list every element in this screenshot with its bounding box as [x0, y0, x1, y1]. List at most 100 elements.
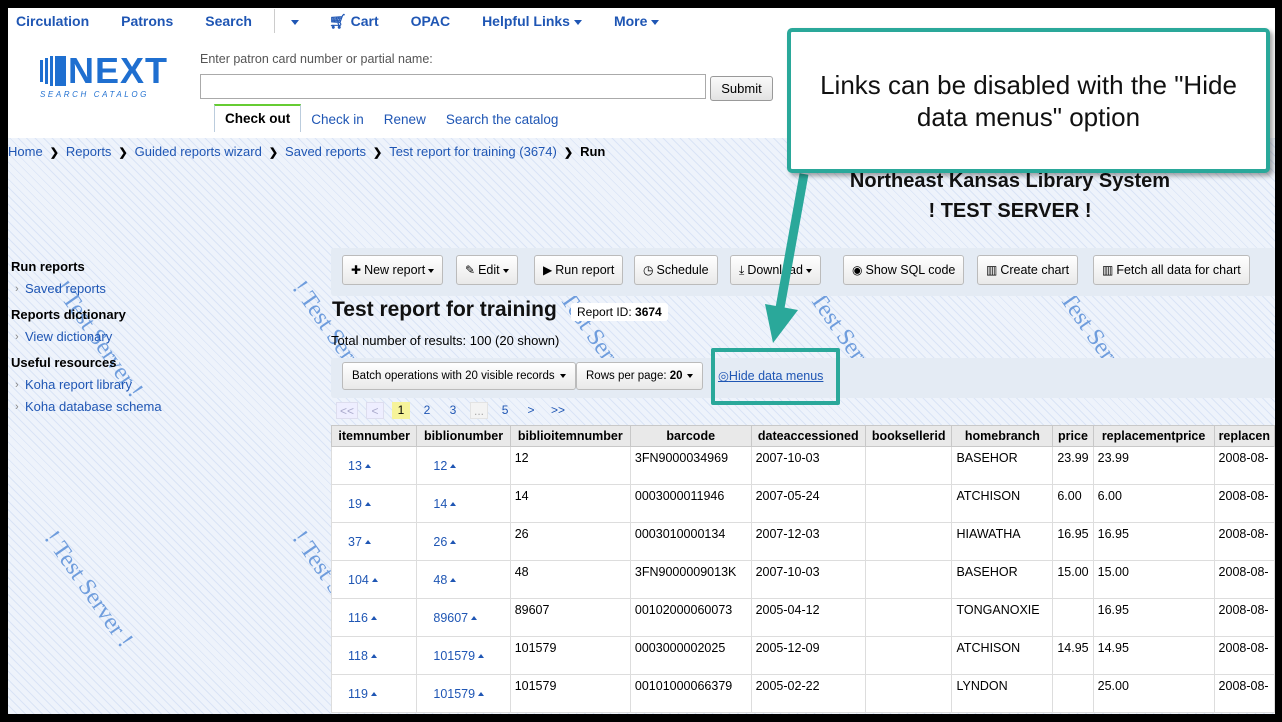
table-cell: 101579: [509, 636, 631, 675]
table-row: 13 12 12 3FN9000034969 2007-10-03 BASEHOR 23.9…: [330, 446, 1275, 485]
caret-up-icon: [364, 464, 371, 469]
edit-button[interactable]: ✎ Edit: [456, 255, 518, 285]
sidebar-link-view-dictionary[interactable]: View dictionary: [11, 326, 311, 348]
biblionumber-link[interactable]: 14: [416, 484, 511, 523]
nav-more[interactable]: More: [602, 13, 671, 29]
caret-up-icon: [450, 540, 457, 545]
chevron-right-icon: ❯: [563, 147, 574, 159]
table-cell: 0003000011946: [629, 484, 752, 523]
page-title: Test report for training: [332, 298, 557, 321]
table-cell: [864, 484, 953, 523]
biblionumber-link[interactable]: 26: [416, 522, 511, 561]
annotation-highlight-box: [711, 348, 840, 405]
download-button[interactable]: ⤓ Download: [730, 255, 821, 285]
caret-up-icon: [370, 616, 377, 621]
biblionumber-link[interactable]: 101579: [416, 636, 511, 675]
cell-value: 89607: [433, 610, 469, 625]
table-cell: HIAWATHA: [951, 522, 1054, 561]
bar-chart-icon: ▥: [986, 263, 998, 277]
page-prev[interactable]: <: [366, 402, 385, 419]
table-cell: 00102000060073: [629, 598, 752, 637]
itemnumber-link[interactable]: 19: [330, 484, 418, 523]
tab-check-in[interactable]: Check in: [301, 108, 374, 132]
chevron-down-icon: [559, 373, 566, 378]
tab-renew[interactable]: Renew: [374, 108, 436, 132]
itemnumber-link[interactable]: 37: [330, 522, 418, 561]
itemnumber-link[interactable]: 118: [330, 636, 418, 675]
table-row: 104 48 48 3FN9000009013K 2007-10-03 BASEHOR 15…: [330, 560, 1275, 599]
caret-up-icon: [450, 578, 457, 583]
sidebar-link-koha-database-schema[interactable]: Koha database schema: [11, 396, 311, 418]
new-report-button[interactable]: ✚ New report: [342, 255, 444, 285]
circulation-tabs: Check out Check in Renew Search the cata…: [214, 104, 568, 132]
table-cell: 101579: [509, 674, 631, 713]
tab-check-out[interactable]: Check out: [214, 104, 302, 132]
table-row: 19 14 14 0003000011946 2007-05-24 ATCHISON 6.0…: [330, 484, 1275, 523]
table-cell: BASEHOR: [951, 560, 1054, 599]
fetch-chart-data-button[interactable]: ▥ Fetch all data for chart: [1093, 255, 1250, 285]
caret-up-icon: [370, 692, 377, 697]
nav-search[interactable]: Search: [193, 13, 264, 29]
results-table: itemnumber biblionumber biblioitemnumber…: [330, 425, 1275, 713]
biblionumber-link[interactable]: 48: [416, 560, 511, 599]
itemnumber-link[interactable]: 116: [330, 598, 418, 637]
table-cell: 3FN9000009013K: [629, 560, 752, 599]
nav-circulation[interactable]: Circulation: [8, 13, 101, 29]
next-search-catalog-logo[interactable]: NEXT SEARCH CATALOG: [40, 50, 180, 102]
nav-helpful-links[interactable]: Helpful Links: [470, 13, 594, 29]
table-cell: BASEHOR: [951, 446, 1054, 485]
cell-value: 13: [348, 458, 362, 473]
caret-up-icon: [478, 692, 485, 697]
column-header[interactable]: booksellerid: [864, 425, 953, 447]
patron-search-input[interactable]: [200, 74, 706, 99]
column-header[interactable]: biblioitemnumber: [509, 425, 631, 447]
breadcrumb-report[interactable]: Test report for training (3674): [389, 144, 557, 159]
biblionumber-link[interactable]: 12: [416, 446, 511, 485]
nav-opac[interactable]: OPAC: [399, 13, 462, 29]
nav-divider: [273, 9, 275, 33]
cell-value: 119: [348, 686, 368, 701]
breadcrumb-home[interactable]: Home: [8, 144, 43, 159]
show-sql-button[interactable]: ◉ Show SQL code: [843, 255, 965, 285]
page-1[interactable]: 1: [392, 402, 411, 419]
nav-patrons[interactable]: Patrons: [109, 13, 185, 29]
run-report-label: Run report: [555, 263, 615, 277]
itemnumber-link[interactable]: 119: [330, 674, 418, 713]
create-chart-button[interactable]: ▥ Create chart: [977, 255, 1079, 285]
tab-search-catalog[interactable]: Search the catalog: [436, 108, 569, 132]
column-header[interactable]: itemnumber: [330, 425, 418, 447]
page-2[interactable]: 2: [418, 402, 436, 419]
report-id-label: Report ID:: [577, 305, 632, 319]
column-header[interactable]: biblionumber: [416, 425, 511, 447]
batch-operations-button[interactable]: Batch operations with 20 visible records: [342, 362, 576, 390]
column-header[interactable]: homebranch: [951, 425, 1054, 447]
sidebar-link-saved-reports[interactable]: Saved reports: [11, 278, 311, 300]
biblionumber-link[interactable]: 89607: [416, 598, 511, 637]
table-cell: 16.95: [1052, 522, 1094, 561]
column-header[interactable]: replacen: [1213, 425, 1275, 447]
biblionumber-link[interactable]: 101579: [416, 674, 511, 713]
column-header[interactable]: barcode: [629, 425, 752, 447]
itemnumber-link[interactable]: 104: [330, 560, 418, 599]
table-cell: [864, 560, 953, 599]
sidebar-link-koha-report-library[interactable]: Koha report library: [11, 374, 311, 396]
rows-per-page-select[interactable]: Rows per page: 20: [576, 362, 703, 390]
run-report-button[interactable]: ▶ Run report: [534, 255, 624, 285]
column-header[interactable]: price: [1052, 425, 1094, 447]
breadcrumb-reports[interactable]: Reports: [66, 144, 112, 159]
submit-button[interactable]: Submit: [710, 76, 773, 101]
table-cell: 2008-08-: [1213, 636, 1275, 675]
breadcrumb-saved-reports[interactable]: Saved reports: [285, 144, 366, 159]
itemnumber-link[interactable]: 13: [330, 446, 418, 485]
search-options-dropdown[interactable]: [277, 13, 309, 29]
schedule-button[interactable]: ◷ Schedule: [634, 255, 718, 285]
column-header[interactable]: replacementprice: [1092, 425, 1215, 447]
nav-cart[interactable]: 🛒︎ Cart: [317, 13, 391, 30]
page-last[interactable]: >>: [548, 402, 568, 419]
column-header[interactable]: dateaccessioned: [750, 425, 866, 447]
page-5[interactable]: 5: [496, 402, 514, 419]
page-next[interactable]: >: [522, 402, 540, 419]
page-3[interactable]: 3: [444, 402, 462, 419]
breadcrumb-guided-reports[interactable]: Guided reports wizard: [135, 144, 262, 159]
page-first[interactable]: <<: [336, 402, 359, 419]
